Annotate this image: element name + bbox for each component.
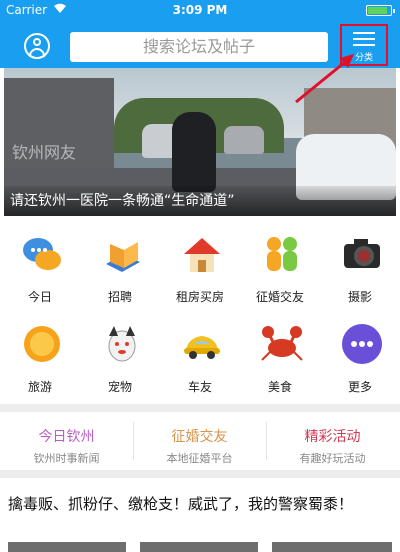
section-3[interactable]: 精彩活动有趣好玩活动 (266, 412, 399, 470)
camera-icon (340, 232, 384, 276)
section-subtitle: 有趣好玩活动 (299, 452, 366, 465)
dog-icon (100, 322, 144, 366)
search-input[interactable]: 搜索论坛及帖子 (70, 32, 328, 62)
post-thumbnails[interactable] (0, 542, 400, 552)
grid-item-1[interactable]: 今日 (0, 222, 80, 308)
grid-item-label: 美食 (267, 380, 292, 394)
status-bar: Carrier 3:09 PM (0, 0, 400, 20)
sun-icon (20, 322, 64, 366)
grid-item-label: 车友 (187, 380, 212, 394)
car-icon (180, 322, 224, 366)
grid-item-label: 更多 (347, 380, 372, 394)
section-subtitle: 本地征婚平台 (166, 452, 233, 465)
battery-icon (366, 5, 395, 16)
crab-icon (260, 322, 304, 366)
featured-sections: 今日钦州 钦州时事新闻 征婚交友 本地征婚平台 精彩活动 有趣好玩活动 (0, 412, 400, 470)
grid-item-label: 征婚交友 (255, 290, 304, 304)
section-divider (266, 422, 267, 460)
grid-item-8[interactable]: 车友 (160, 312, 240, 398)
books-icon (100, 232, 144, 276)
grid-item-4[interactable]: 征婚交友 (240, 222, 320, 308)
more-dots-icon (340, 322, 384, 366)
grid-item-label: 旅游 (27, 380, 52, 394)
banner-carousel[interactable]: 钦州网友 请还钦州一医院一条畅通“生命通道” (4, 68, 396, 216)
category-grid: 今日 招聘 租房买房 征婚交友 摄影旅游 宠物 车友 美食 更多 (0, 222, 400, 400)
user-avatar-icon[interactable] (24, 33, 50, 59)
grid-item-5[interactable]: 摄影 (320, 222, 400, 308)
grid-item-label: 招聘 (107, 290, 132, 304)
grid-item-label: 今日 (27, 290, 52, 304)
house-icon (180, 232, 224, 276)
divider (0, 404, 400, 412)
category-label: 分类 (354, 53, 373, 63)
section-title: 今日钦州 (38, 429, 95, 445)
grid-item-label: 摄影 (347, 290, 372, 304)
section-title: 征婚交友 (171, 429, 228, 445)
grid-item-6[interactable]: 旅游 (0, 312, 80, 398)
section-title: 精彩活动 (304, 429, 361, 445)
menu-icon (353, 32, 375, 50)
grid-item-label: 宠物 (107, 380, 132, 394)
grid-item-label: 租房买房 (175, 290, 224, 304)
category-button[interactable]: 分类 (340, 24, 388, 66)
section-divider (133, 422, 134, 460)
post-headline[interactable]: 擒毒贩、抓粉仔、缴枪支！威武了，我的警察蜀黍！ (8, 492, 392, 516)
svg-text:钦州网友: 钦州网友 (12, 143, 76, 162)
grid-item-2[interactable]: 招聘 (80, 222, 160, 308)
couple-icon (260, 232, 304, 276)
section-subtitle: 钦州时事新闻 (33, 452, 100, 465)
grid-item-3[interactable]: 租房买房 (160, 222, 240, 308)
section-1[interactable]: 今日钦州钦州时事新闻 (0, 412, 133, 470)
top-navigation-bar: 搜索论坛及帖子 分类 (0, 20, 400, 68)
grid-item-10[interactable]: 更多 (320, 312, 400, 398)
banner-caption: 请还钦州一医院一条畅通“生命通道” (4, 186, 396, 216)
chat-bubbles-icon (20, 232, 64, 276)
watermark-logo: 钦州网友 (12, 143, 76, 162)
clock: 3:09 PM (172, 3, 228, 17)
grid-item-7[interactable]: 宠物 (80, 312, 160, 398)
section-2[interactable]: 征婚交友本地征婚平台 (133, 412, 266, 470)
grid-item-9[interactable]: 美食 (240, 312, 320, 398)
divider (0, 470, 400, 478)
